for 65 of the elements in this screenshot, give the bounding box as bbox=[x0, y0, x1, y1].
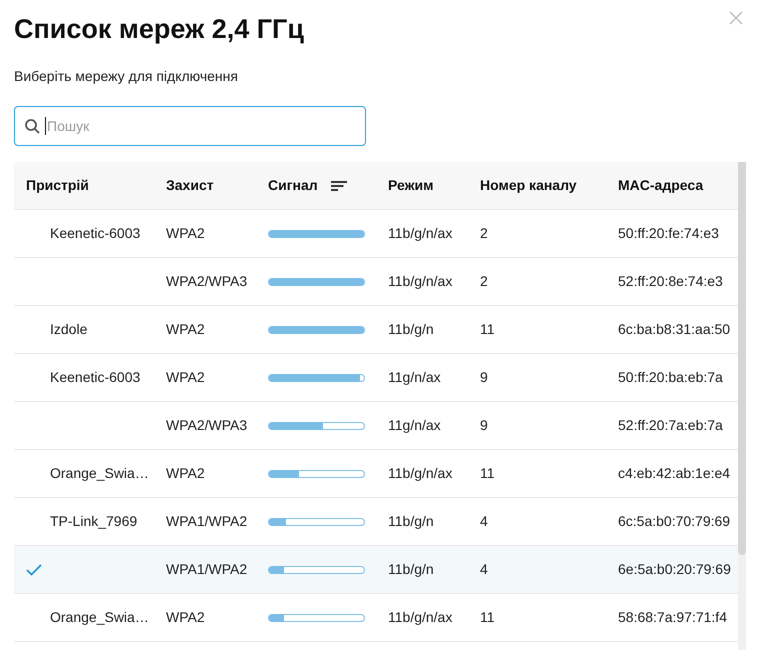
channel-number: 2 bbox=[480, 224, 488, 243]
security-type: WPA2 bbox=[166, 224, 205, 243]
security-type: WPA2 bbox=[166, 368, 205, 387]
channel-number: 2 bbox=[480, 272, 488, 291]
security-type: WPA1/WPA2 bbox=[166, 512, 248, 531]
sort-icon[interactable] bbox=[330, 180, 347, 190]
mac-address: 50:ff:20:fe:74:e3 bbox=[618, 224, 719, 243]
channel-number: 4 bbox=[480, 512, 488, 531]
network-row[interactable]: Orange_Swia… WPA2 11b/g/n/ax 11 c4:eb:42:ab:1e:e4 bbox=[14, 450, 738, 498]
column-header: Пристрій bbox=[26, 176, 89, 195]
search-field[interactable]: Пошук bbox=[14, 106, 366, 146]
network-name: Keenetic-6003 bbox=[50, 368, 140, 387]
dialog-title: Список мереж 2,4 ГГц bbox=[14, 13, 304, 46]
security-type: WPA1/WPA2 bbox=[166, 560, 248, 579]
wifi-mode: 11b/g/n/ax bbox=[388, 272, 452, 291]
wifi-mode: 11b/g/n bbox=[388, 560, 434, 579]
network-row[interactable]: WPA1/WPA2 11b/g/n 4 6e:5a:b0:20:79:69 bbox=[14, 546, 738, 594]
wifi-mode: 11b/g/n bbox=[388, 320, 434, 339]
column-header: MAC-адреса bbox=[618, 176, 704, 195]
security-type: WPA2/WPA3 bbox=[166, 272, 248, 291]
wifi-mode: 11b/g/n/ax bbox=[388, 608, 452, 627]
check-icon bbox=[26, 564, 42, 576]
mac-address: 6c:ba:b8:31:aa:50 bbox=[618, 320, 730, 339]
network-name: Orange_Swia… bbox=[50, 464, 149, 483]
wifi-mode: 11b/g/n/ax bbox=[388, 224, 452, 243]
network-row[interactable]: Izdole WPA2 11b/g/n 11 6c:ba:b8:31:aa:50 bbox=[14, 306, 738, 354]
channel-number: 11 bbox=[480, 320, 495, 339]
wifi-mode: 11b/g/n/ax bbox=[388, 464, 452, 483]
mac-address: 6c:5a:b0:70:79:69 bbox=[618, 512, 730, 531]
wifi-mode: 11g/n/ax bbox=[388, 368, 441, 387]
channel-number: 4 bbox=[480, 560, 488, 579]
network-row[interactable]: Orange_Swia… WPA2 11b/g/n/ax 11 58:68:7a:97:71:f4 bbox=[14, 594, 738, 642]
mac-address: 6e:5a:b0:20:79:69 bbox=[618, 560, 731, 579]
security-type: WPA2 bbox=[166, 464, 205, 483]
mac-address: 58:68:7a:97:71:f4 bbox=[618, 608, 727, 627]
network-name: TP-Link_7969 bbox=[50, 512, 138, 531]
column-header: Захист bbox=[166, 176, 214, 195]
channel-number: 9 bbox=[480, 416, 488, 435]
mac-address: c4:eb:42:ab:1e:e4 bbox=[618, 464, 730, 483]
close-icon[interactable] bbox=[729, 11, 743, 25]
network-name: Keenetic-6003 bbox=[50, 224, 140, 243]
channel-number: 11 bbox=[480, 464, 495, 483]
mac-address: 52:ff:20:8e:74:e3 bbox=[618, 272, 723, 291]
security-type: WPA2/WPA3 bbox=[166, 416, 248, 435]
wifi-mode: 11b/g/n bbox=[388, 512, 434, 531]
scrollbar-thumb[interactable] bbox=[738, 162, 746, 555]
security-type: WPA2 bbox=[166, 320, 205, 339]
channel-number: 11 bbox=[480, 608, 495, 627]
mac-address: 52:ff:20:7a:eb:7a bbox=[618, 416, 723, 435]
channel-number: 9 bbox=[480, 368, 488, 387]
column-header: Номер каналу bbox=[480, 176, 577, 195]
text-cursor bbox=[45, 117, 46, 135]
dialog-subtitle: Виберіть мережу для підключення bbox=[14, 67, 238, 86]
security-type: WPA2 bbox=[166, 608, 205, 627]
wifi-mode: 11g/n/ax bbox=[388, 416, 441, 435]
mac-address: 50:ff:20:ba:eb:7a bbox=[618, 368, 723, 387]
column-header: Режим bbox=[388, 176, 434, 195]
network-name: Orange_Swia… bbox=[50, 608, 149, 627]
network-row[interactable]: WPA2/WPA3 11b/g/n/ax 2 52:ff:20:8e:74:e3 bbox=[14, 258, 738, 306]
network-name: Izdole bbox=[50, 320, 88, 339]
network-row[interactable]: Keenetic-6003 WPA2 11b/g/n/ax 2 50:ff:20:fe:74:e3 bbox=[14, 210, 738, 258]
search-icon bbox=[25, 119, 40, 134]
column-header: Сигнал bbox=[268, 176, 318, 195]
network-row[interactable]: WPA2/WPA3 11g/n/ax 9 52:ff:20:7a:eb:7a bbox=[14, 402, 738, 450]
network-row[interactable]: Keenetic-6003 WPA2 11g/n/ax 9 50:ff:20:ba:eb:7a bbox=[14, 354, 738, 402]
